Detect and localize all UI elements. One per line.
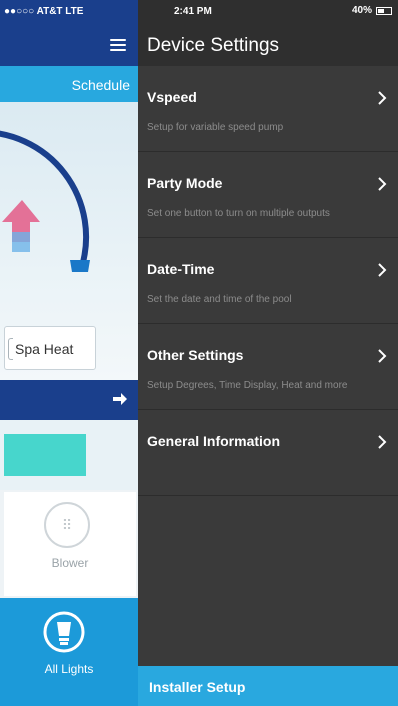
chevron-right-icon [378, 349, 387, 363]
all-lights-label: All Lights [44, 662, 94, 676]
heat-arrow-icon [2, 200, 40, 252]
setting-title: Date-Time [147, 261, 215, 277]
setting-subtitle: Setup Degrees, Time Display, Heat and mo… [147, 380, 348, 391]
chevron-right-icon [378, 263, 387, 277]
section-bar[interactable] [0, 380, 138, 420]
setting-item-other-settings[interactable]: Other Settings Setup Degrees, Time Displ… [138, 324, 398, 410]
blower-icon: ⠿ [44, 502, 90, 548]
status-right: 40% [352, 5, 392, 16]
bulb-icon [43, 611, 85, 653]
hamburger-icon[interactable] [110, 39, 126, 52]
battery-percent: 40% [351, 5, 372, 16]
setting-item-general-information[interactable]: General Information [138, 410, 398, 496]
chevron-right-icon [378, 435, 387, 449]
setting-subtitle: Setup for variable speed pump [147, 122, 284, 133]
drawer-title: Device Settings [147, 35, 280, 56]
chevron-right-icon [378, 177, 387, 191]
setting-title: Party Mode [147, 175, 223, 191]
setting-item-date-time[interactable]: Date-Time Set the date and time of the p… [138, 238, 398, 324]
arrow-right-icon [113, 393, 127, 405]
schedule-tab[interactable]: Schedule [0, 66, 138, 102]
blower-label: Blower [51, 556, 89, 570]
device-settings-drawer: Device Settings Vspeed Setup for variabl… [138, 0, 398, 706]
battery-icon [376, 6, 392, 15]
carrier-label: ●●○○○ AT&T LTE [4, 6, 84, 17]
chevron-right-icon [378, 91, 387, 105]
installer-setup-button[interactable]: Installer Setup [138, 666, 398, 706]
setting-subtitle: Set the date and time of the pool [147, 294, 292, 305]
installer-setup-label: Installer Setup [149, 679, 246, 695]
status-time: 2:41 PM [174, 6, 212, 17]
setting-subtitle: Set one button to turn on multiple outpu… [147, 208, 330, 219]
settings-list: Vspeed Setup for variable speed pump Par… [138, 66, 398, 496]
spa-heat-button[interactable]: Spa Heat [4, 326, 96, 370]
setting-title: General Information [147, 433, 281, 449]
status-indicator [4, 434, 86, 476]
setting-item-vspeed[interactable]: Vspeed Setup for variable speed pump [138, 66, 398, 152]
background-app: Schedule Spa Heat ⠿ Blower All Lights [0, 0, 138, 706]
setting-title: Other Settings [147, 347, 244, 363]
setting-item-party-mode[interactable]: Party Mode Set one button to turn on mul… [138, 152, 398, 238]
spa-heat-label: Spa Heat [15, 341, 74, 357]
status-bar: ●●○○○ AT&T LTE 2:41 PM 40% [0, 0, 398, 24]
blower-button[interactable]: ⠿ Blower [4, 492, 136, 596]
setting-title: Vspeed [147, 89, 197, 105]
bracket-decoration [8, 338, 13, 360]
all-lights-button[interactable]: All Lights [0, 598, 138, 706]
